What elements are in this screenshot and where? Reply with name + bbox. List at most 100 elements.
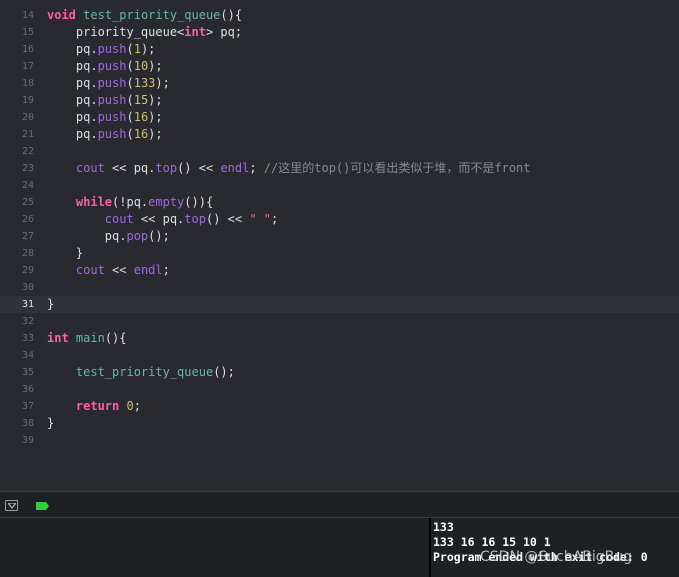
code-token: (); — [148, 229, 170, 243]
code-token: ; — [162, 263, 170, 277]
code-token: ; — [249, 161, 264, 175]
code-text: priority_queue<int> pq; — [47, 24, 242, 41]
line-number: 20 — [21, 112, 34, 123]
line-number: 17 — [21, 61, 34, 72]
code-line[interactable]: 26 cout << pq.top() << " "; — [0, 211, 679, 228]
code-line[interactable]: 19 pq.push(15); — [0, 92, 679, 109]
code-token: ( — [126, 42, 134, 56]
line-number: 35 — [21, 367, 34, 378]
console-output[interactable]: 133 133 16 16 15 10 1 Program ended with… — [431, 518, 679, 577]
code-token: push — [97, 127, 127, 141]
line-number: 26 — [21, 214, 34, 225]
code-line[interactable]: 32 — [0, 313, 679, 330]
triangle-down-icon — [8, 503, 16, 509]
code-token: ; — [133, 399, 141, 413]
code-token: ()){ — [184, 195, 214, 209]
code-token: 10 — [133, 59, 149, 73]
code-token: > pq; — [205, 25, 243, 39]
line-number: 18 — [21, 78, 34, 89]
code-line[interactable]: 39 — [0, 432, 679, 449]
code-token: endl — [133, 263, 163, 277]
code-token: ); — [148, 127, 163, 141]
code-text: pq.push(16); — [47, 126, 163, 143]
line-number: 37 — [21, 401, 34, 412]
code-text: pq.push(133); — [47, 75, 170, 92]
code-line[interactable]: 31} — [0, 296, 679, 313]
code-line[interactable]: 37 return 0; — [0, 398, 679, 415]
line-number: 27 — [21, 231, 34, 242]
code-token: (); — [213, 365, 235, 379]
code-line[interactable]: 33 int main(){ — [0, 330, 679, 347]
code-token: void — [47, 8, 76, 22]
code-token: pq. — [47, 76, 98, 90]
code-token: empty — [148, 195, 185, 209]
line-number: 22 — [21, 146, 34, 157]
code-line[interactable]: 20 pq.push(16); — [0, 109, 679, 126]
code-line[interactable]: 22 — [0, 143, 679, 160]
code-line[interactable]: 21 pq.push(16); — [0, 126, 679, 143]
code-text: pq.push(16); — [47, 109, 163, 126]
code-line[interactable]: 23 cout << pq.top() << endl; //这里的top()可… — [0, 160, 679, 177]
code-token: push — [97, 76, 127, 90]
code-token: push — [97, 42, 127, 56]
code-token: test_priority_queue — [83, 8, 221, 22]
code-token: endl — [220, 161, 250, 175]
debug-bar — [0, 491, 679, 518]
code-token: ( — [126, 110, 134, 124]
line-number: 25 — [21, 197, 34, 208]
code-token: (!pq. — [112, 195, 149, 209]
line-number: 14 — [21, 10, 34, 21]
code-token: ( — [126, 76, 134, 90]
code-line[interactable]: 24 — [0, 177, 679, 194]
code-line[interactable]: 30 — [0, 279, 679, 296]
code-line[interactable]: 38} — [0, 415, 679, 432]
code-line[interactable]: 17 pq.push(10); — [0, 58, 679, 75]
code-text: cout << pq.top() << " "; — [47, 211, 278, 228]
code-line[interactable]: 16 pq.push(1); — [0, 41, 679, 58]
code-text: pq.pop(); — [47, 228, 170, 245]
variables-view[interactable] — [0, 518, 429, 577]
code-text: while(!pq.empty()){ — [47, 194, 213, 211]
line-number: 15 — [21, 27, 34, 38]
code-token: //这里的top()可以看出类似于堆，而不是front — [263, 161, 531, 175]
code-line[interactable]: 34 — [0, 347, 679, 364]
code-line[interactable]: 36 — [0, 381, 679, 398]
code-line[interactable]: 27 pq.pop(); — [0, 228, 679, 245]
code-token: pq. — [47, 127, 98, 141]
code-line[interactable]: 14 void test_priority_queue(){ — [0, 7, 679, 24]
code-token: return — [75, 399, 120, 413]
line-number: 36 — [21, 384, 34, 395]
code-token: << — [104, 263, 134, 277]
code-token: push — [97, 110, 127, 124]
line-number: 28 — [21, 248, 34, 259]
code-token: cout — [75, 161, 105, 175]
code-token: ( — [126, 59, 134, 73]
code-text: void test_priority_queue(){ — [47, 7, 242, 24]
code-editor[interactable]: 14 void test_priority_queue(){15 priority… — [0, 0, 679, 491]
breakpoint-flag-icon[interactable] — [36, 502, 49, 510]
code-token: 0 — [126, 399, 134, 413]
code-token: << pq. — [104, 161, 156, 175]
code-token: push — [97, 59, 127, 73]
line-number: 23 — [21, 163, 34, 174]
code-token: } — [47, 246, 84, 260]
code-text: pq.push(1); — [47, 41, 156, 58]
code-line[interactable]: 28 } — [0, 245, 679, 262]
code-token: ); — [155, 76, 170, 90]
code-line[interactable]: 18 pq.push(133); — [0, 75, 679, 92]
code-token: priority_queue< — [47, 25, 185, 39]
hide-debug-area-button[interactable] — [5, 500, 18, 511]
code-line[interactable]: 29 cout << endl; — [0, 262, 679, 279]
code-token: pq. — [47, 42, 98, 56]
code-token: 133 — [133, 76, 156, 90]
code-line[interactable]: 35 test_priority_queue(); — [0, 364, 679, 381]
code-line[interactable]: 25 while(!pq.empty()){ — [0, 194, 679, 211]
code-token: 1 — [133, 42, 141, 56]
code-token: ); — [148, 93, 163, 107]
code-token: while — [75, 195, 113, 209]
code-line[interactable]: 15 priority_queue<int> pq; — [0, 24, 679, 41]
code-token: cout — [75, 263, 105, 277]
